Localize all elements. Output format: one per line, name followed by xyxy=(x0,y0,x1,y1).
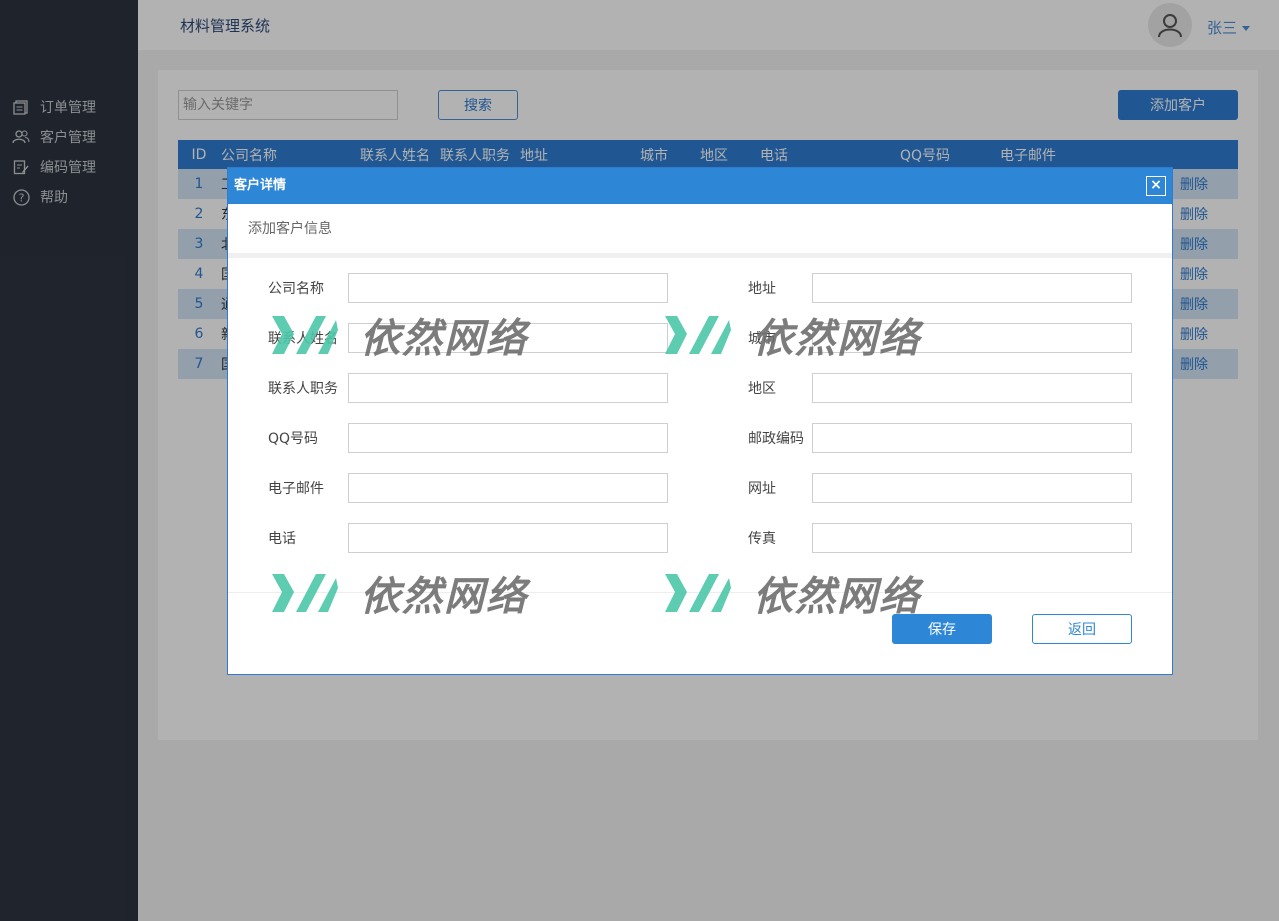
field-label: QQ号码 xyxy=(268,431,319,447)
district-field[interactable] xyxy=(812,373,1132,403)
field-label: 电话 xyxy=(268,531,296,547)
form-row: 电话 xyxy=(268,523,668,553)
form-row: 公司名称 xyxy=(268,273,668,303)
field-label: 公司名称 xyxy=(268,281,324,297)
back-button[interactable]: 返回 xyxy=(1032,614,1132,644)
dialog-title: 客户详情 xyxy=(234,178,287,193)
field-label: 联系人姓名 xyxy=(268,331,338,347)
dialog-subtitle: 添加客户信息 xyxy=(228,204,1172,258)
form-row: 电子邮件 xyxy=(268,473,668,503)
phone-field[interactable] xyxy=(348,523,668,553)
form-row: QQ号码 xyxy=(268,423,668,453)
field-label: 电子邮件 xyxy=(268,481,324,497)
postcode-field[interactable] xyxy=(812,423,1132,453)
address-field[interactable] xyxy=(812,273,1132,303)
customer-form: 公司名称 联系人姓名 联系人职务 QQ号码 电子邮件 电话 地址 城市 地区 邮… xyxy=(228,258,1172,593)
field-label: 城市 xyxy=(748,331,776,347)
close-button[interactable]: × xyxy=(1146,176,1166,196)
field-label: 网址 xyxy=(748,481,776,497)
email-field[interactable] xyxy=(348,473,668,503)
qq-field[interactable] xyxy=(348,423,668,453)
dialog-header: 客户详情 × xyxy=(228,168,1172,204)
form-row: 传真 xyxy=(748,523,1132,553)
field-label: 地区 xyxy=(748,381,776,397)
field-label: 传真 xyxy=(748,531,776,547)
company-name-field[interactable] xyxy=(348,273,668,303)
contact-position-field[interactable] xyxy=(348,373,668,403)
form-row: 网址 xyxy=(748,473,1132,503)
fax-field[interactable] xyxy=(812,523,1132,553)
field-label: 地址 xyxy=(748,281,776,297)
form-row: 地址 xyxy=(748,273,1132,303)
city-field[interactable] xyxy=(812,323,1132,353)
form-row: 联系人姓名 xyxy=(268,323,668,353)
customer-detail-dialog: 客户详情 × 添加客户信息 公司名称 联系人姓名 联系人职务 QQ号码 电子邮件… xyxy=(227,167,1173,675)
form-row: 地区 xyxy=(748,373,1132,403)
form-row: 联系人职务 xyxy=(268,373,668,403)
website-field[interactable] xyxy=(812,473,1132,503)
contact-name-field[interactable] xyxy=(348,323,668,353)
field-label: 联系人职务 xyxy=(268,381,338,397)
form-row: 城市 xyxy=(748,323,1132,353)
close-icon: × xyxy=(1150,177,1162,193)
save-button[interactable]: 保存 xyxy=(892,614,992,644)
field-label: 邮政编码 xyxy=(748,431,804,447)
form-row: 邮政编码 xyxy=(748,423,1132,453)
